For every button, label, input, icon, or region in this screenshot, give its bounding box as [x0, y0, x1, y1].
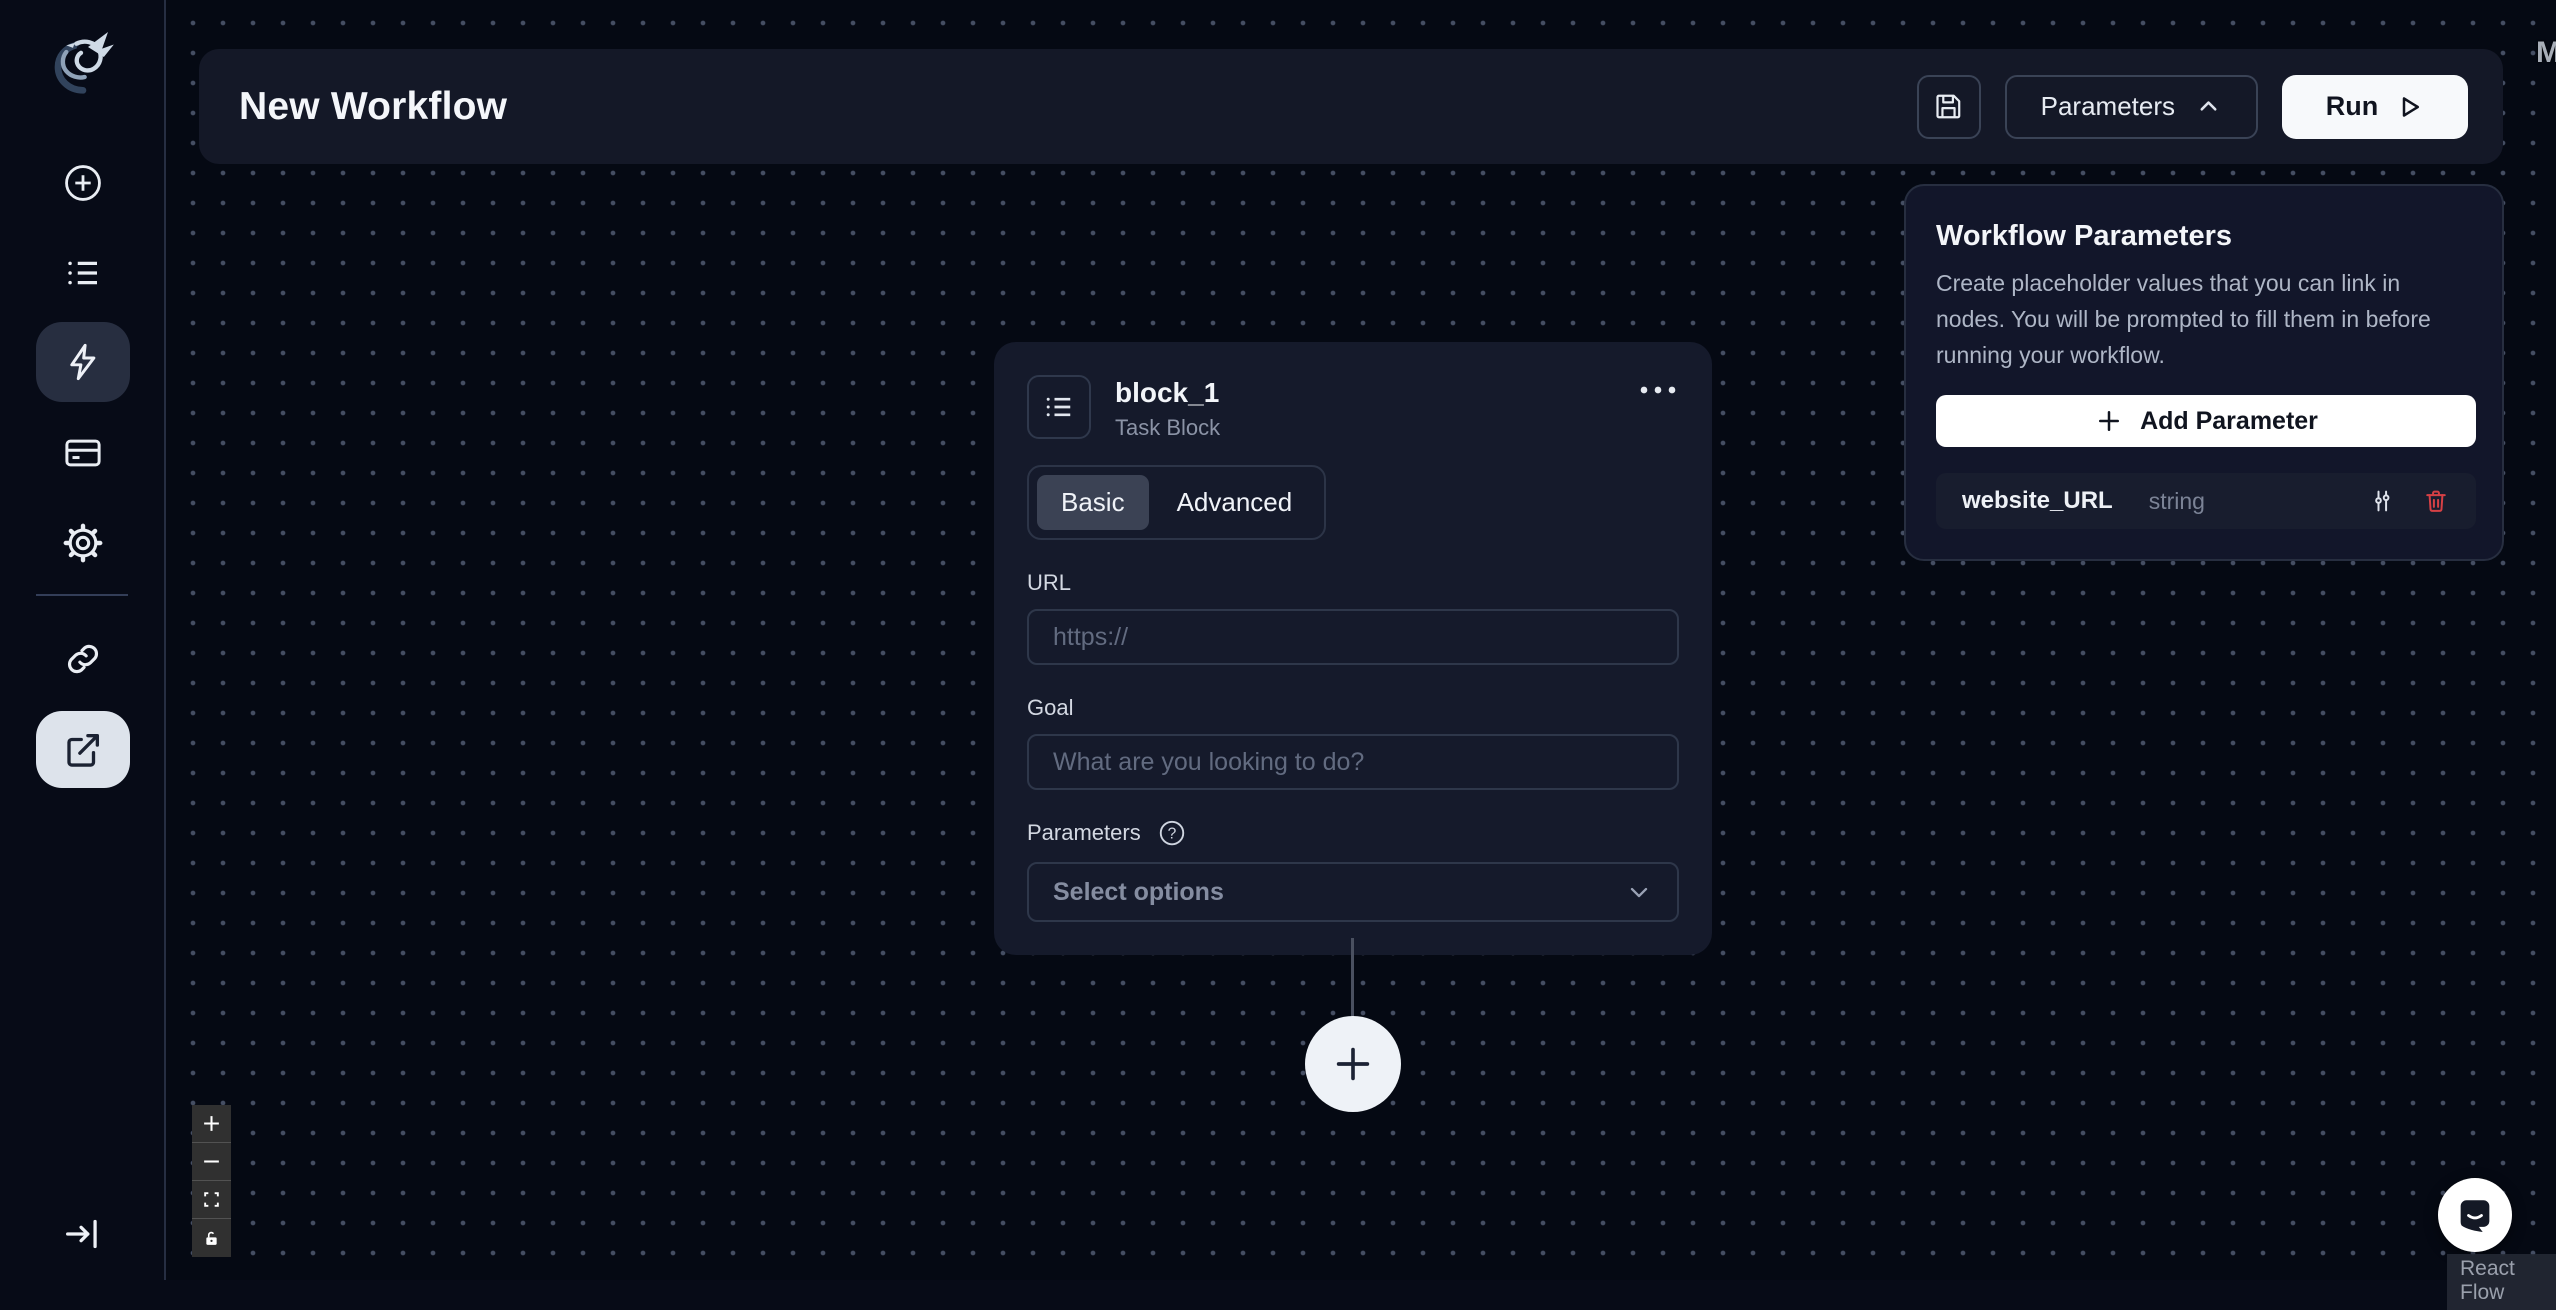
block-type-label: Task Block — [1115, 415, 1221, 440]
block-name: block_1 — [1115, 377, 1220, 408]
plus-icon — [2099, 411, 2120, 431]
link-icon[interactable] — [0, 636, 166, 682]
block-mode-tabs: Basic Advanced — [1027, 465, 1327, 540]
workflow-parameters-panel: Workflow Parameters Create placeholder v… — [1904, 184, 2504, 561]
collapse-sidebar-icon[interactable] — [0, 1208, 166, 1260]
runs-list-icon[interactable] — [0, 250, 166, 296]
tab-advanced[interactable]: Advanced — [1153, 475, 1317, 530]
url-label: URL — [1027, 570, 1072, 595]
chevron-up-icon — [2200, 101, 2217, 111]
block-type-iconbox — [1027, 375, 1091, 439]
lightning-icon — [70, 343, 96, 381]
play-icon — [2402, 96, 2420, 117]
parameters-button-label: Parameters — [2040, 91, 2175, 121]
run-button[interactable]: Run — [2282, 74, 2468, 139]
save-button[interactable] — [1916, 74, 1981, 139]
ellipsis-icon — [1640, 386, 1676, 394]
add-parameter-label: Add Parameter — [2140, 406, 2318, 435]
task-list-icon — [1046, 397, 1071, 417]
sidebar-divider — [36, 594, 128, 596]
zoom-out-button[interactable] — [192, 1143, 231, 1181]
parameter-key: website_URL — [1962, 487, 2113, 514]
dragon-logo — [0, 18, 166, 106]
header-bar: New Workflow Parameters Run — [199, 49, 2503, 164]
parameter-row: website_URL string — [1936, 473, 2476, 529]
tab-basic[interactable]: Basic — [1037, 475, 1149, 530]
page-title: New Workflow — [239, 84, 508, 128]
edge-cursor-glyph: M — [2536, 36, 2556, 69]
parameter-type: string — [2148, 487, 2205, 514]
plus-icon — [1336, 1047, 1370, 1081]
delete-parameter-trash-icon[interactable] — [2422, 487, 2450, 515]
parameters-select[interactable]: Select options — [1027, 862, 1679, 922]
zoom-in-button[interactable] — [192, 1105, 231, 1143]
settings-gear-icon[interactable] — [0, 520, 166, 566]
parameters-label: Parameters — [1027, 820, 1141, 845]
chevron-down-icon — [1630, 887, 1648, 898]
billing-card-icon[interactable] — [0, 430, 166, 476]
url-input[interactable] — [1027, 609, 1679, 665]
edit-parameter-sliders-icon[interactable] — [2368, 487, 2396, 515]
svg-text:?: ? — [1167, 826, 1176, 843]
run-button-label: Run — [2325, 91, 2379, 121]
canvas-controls — [192, 1105, 231, 1257]
block-menu-button[interactable] — [1637, 375, 1679, 397]
help-icon[interactable]: ? — [1157, 818, 1187, 848]
add-parameter-button[interactable]: Add Parameter — [1936, 395, 2476, 447]
external-link-icon — [67, 733, 100, 767]
react-flow-attribution[interactable]: React Flow — [2447, 1254, 2556, 1310]
lock-button[interactable] — [192, 1219, 231, 1257]
panel-description: Create placeholder values that you can l… — [1936, 270, 2431, 368]
edge-connector — [1351, 938, 1354, 1018]
chat-smile-icon — [2460, 1200, 2490, 1232]
fit-view-button[interactable] — [192, 1181, 231, 1219]
parameters-toggle-button[interactable]: Parameters — [2004, 74, 2258, 139]
sidebar — [0, 0, 166, 1280]
task-block-card[interactable]: block_1 Task Block Basic Advanced URL Go… — [994, 342, 1712, 955]
create-new-icon[interactable] — [0, 160, 166, 206]
sidebar-item-external[interactable] — [36, 711, 130, 788]
chat-widget-button[interactable] — [2438, 1178, 2512, 1252]
panel-title: Workflow Parameters — [1936, 220, 2233, 252]
goal-input[interactable] — [1027, 734, 1679, 790]
parameters-select-value: Select options — [1053, 877, 1224, 906]
floppy-save-icon — [1936, 94, 1961, 119]
add-block-button[interactable] — [1305, 1016, 1401, 1112]
sidebar-item-workflows[interactable] — [36, 322, 130, 402]
goal-label: Goal — [1027, 695, 1074, 720]
